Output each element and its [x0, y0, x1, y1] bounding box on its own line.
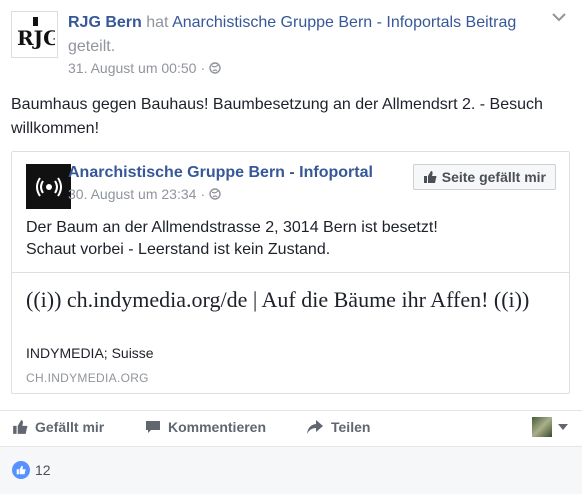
reactions-footer: 12	[0, 446, 582, 494]
chevron-down-icon[interactable]	[552, 12, 566, 22]
shared-timestamp[interactable]: 30. August um 23:34	[68, 186, 196, 202]
like-reaction-icon	[12, 461, 30, 479]
post-meta: 31. August um 00:50 ·	[68, 60, 221, 76]
identity-selector[interactable]	[532, 417, 568, 437]
link-preview[interactable]: ((i)) ch.indymedia.org/de | Auf die Bäum…	[12, 272, 569, 394]
meta-separator: ·	[200, 60, 206, 76]
link-domain: CH.INDYMEDIA.ORG	[26, 371, 149, 385]
caret-down-icon	[558, 424, 568, 430]
post-timestamp[interactable]: 31. August um 00:50	[68, 60, 196, 76]
link-description: INDYMEDIA; Suisse	[26, 345, 154, 361]
post-header: RJG Bern hat Anarchistische Gruppe Bern …	[68, 11, 548, 59]
comment-button[interactable]: Kommentieren	[145, 419, 266, 435]
like-summary[interactable]: 12	[12, 461, 51, 479]
target-page-link[interactable]: Anarchistische Gruppe Bern - Infoportals	[172, 14, 461, 31]
globe-icon[interactable]	[209, 62, 221, 74]
shared-meta-separator: ·	[200, 186, 206, 202]
share-label: Teilen	[331, 419, 371, 435]
shared-page-avatar[interactable]	[26, 164, 71, 209]
post-text: Baumhaus gegen Bauhaus! Baumbesetzung an…	[11, 96, 543, 137]
like-label: Gefällt mir	[35, 419, 105, 435]
globe-icon[interactable]	[209, 188, 221, 200]
shared-meta: 30. August um 23:34 ·	[68, 186, 221, 202]
broadcast-icon	[35, 176, 62, 197]
author-avatar[interactable]: RJG	[11, 11, 58, 58]
like-count: 12	[35, 462, 51, 478]
comment-icon	[146, 421, 160, 433]
like-page-button[interactable]: Seite gefällt mir	[412, 164, 556, 190]
shared-text-line1: Der Baum an der Allmendstrasse 2, 3014 B…	[26, 219, 438, 236]
share-button[interactable]: Teilen	[306, 419, 370, 435]
shared-post-card: Anarchistische Gruppe Bern - Infoportal …	[11, 151, 570, 394]
header-verb: hat	[146, 14, 169, 31]
thumbs-up-icon	[13, 420, 28, 434]
comment-label: Kommentieren	[168, 419, 267, 435]
shared-page-name-link[interactable]: Anarchistische Gruppe Bern - Infoportal	[68, 164, 373, 182]
shared-post: RJG RJG Bern hat Anarchistische Gruppe B…	[0, 0, 582, 494]
share-arrow-icon	[307, 420, 323, 434]
action-bar: Gefällt mir Kommentieren Teilen	[0, 410, 582, 447]
author-name-link[interactable]: RJG Bern	[68, 14, 142, 31]
link-title[interactable]: ((i)) ch.indymedia.org/de | Auf die Bäum…	[26, 287, 546, 313]
user-avatar	[532, 417, 552, 437]
post-object-link[interactable]: Beitrag	[466, 14, 517, 31]
shared-text-line2: Schaut vorbei - Leerstand ist kein Zusta…	[26, 241, 331, 258]
svg-text:RJG: RJG	[17, 26, 55, 50]
like-button[interactable]: Gefällt mir	[12, 419, 104, 435]
like-page-label: Seite gefällt mir	[441, 169, 546, 185]
shared-text: Der Baum an der Allmendstrasse 2, 3014 B…	[26, 217, 546, 261]
header-action: geteilt.	[68, 38, 116, 55]
thumbs-up-icon	[423, 171, 437, 183]
